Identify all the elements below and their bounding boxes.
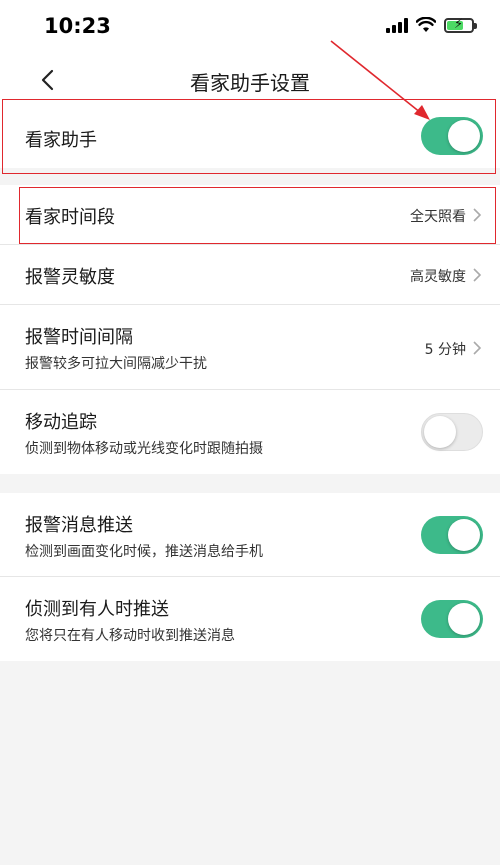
row-title: 看家时间段 [25,207,115,228]
alarm-push-toggle[interactable] [421,516,483,554]
home-assistant-toggle[interactable] [421,117,483,155]
settings-group-master: 看家助手 [0,104,500,168]
status-icons: ⚡ [386,16,477,33]
row-value: 5 分钟 [424,342,466,358]
status-time: 10:23 [44,14,111,38]
row-alarm-sensitivity[interactable]: 报警灵敏度 高灵敏度 [0,245,500,305]
charging-bolt-icon: ⚡ [454,16,464,32]
chevron-right-icon [473,268,482,282]
row-title: 看家助手 [25,130,97,151]
nav-bar: 看家助手设置 [0,56,500,104]
page-title: 看家助手设置 [190,71,310,95]
row-value: 全天照看 [410,209,466,225]
row-subtitle: 您将只在有人移动时收到推送消息 [25,628,235,644]
row-title: 报警时间间隔 [25,327,133,348]
row-motion-tracking: 移动追踪 侦测到物体移动或光线变化时跟随拍摄 [0,390,500,474]
row-alarm-interval[interactable]: 报警时间间隔 报警较多可拉大间隔减少干扰 5 分钟 [0,305,500,390]
row-title: 侦测到有人时推送 [25,599,169,620]
row-home-time-period[interactable]: 看家时间段 全天照看 [0,185,500,245]
battery-charging-icon: ⚡ [444,16,477,33]
row-home-assistant[interactable]: 看家助手 [0,104,500,168]
motion-tracking-toggle[interactable] [421,413,483,451]
person-detect-push-toggle[interactable] [421,600,483,638]
row-value: 高灵敏度 [410,269,466,285]
wifi-icon [416,17,436,32]
settings-group-push: 报警消息推送 检测到画面变化时候，推送消息给手机 侦测到有人时推送 您将只在有人… [0,493,500,661]
row-person-detect-push: 侦测到有人时推送 您将只在有人移动时收到推送消息 [0,577,500,661]
row-subtitle: 检测到画面变化时候，推送消息给手机 [25,544,263,560]
toggle-knob [424,416,456,448]
toggle-knob [448,519,480,551]
row-subtitle: 侦测到物体移动或光线变化时跟随拍摄 [25,441,263,457]
chevron-right-icon [473,341,482,355]
toggle-knob [448,120,480,152]
row-title: 报警灵敏度 [25,267,115,288]
row-alarm-push: 报警消息推送 检测到画面变化时候，推送消息给手机 [0,493,500,577]
status-bar: 10:23 ⚡ [0,0,500,56]
settings-group-alarm: 看家时间段 全天照看 报警灵敏度 高灵敏度 报警时间间隔 报警较多可拉大间隔减少… [0,185,500,474]
chevron-right-icon [473,208,482,222]
row-title: 移动追踪 [25,412,97,433]
toggle-knob [448,603,480,635]
row-subtitle: 报警较多可拉大间隔减少干扰 [25,356,207,372]
row-title: 报警消息推送 [25,515,133,536]
signal-icon [386,17,408,33]
